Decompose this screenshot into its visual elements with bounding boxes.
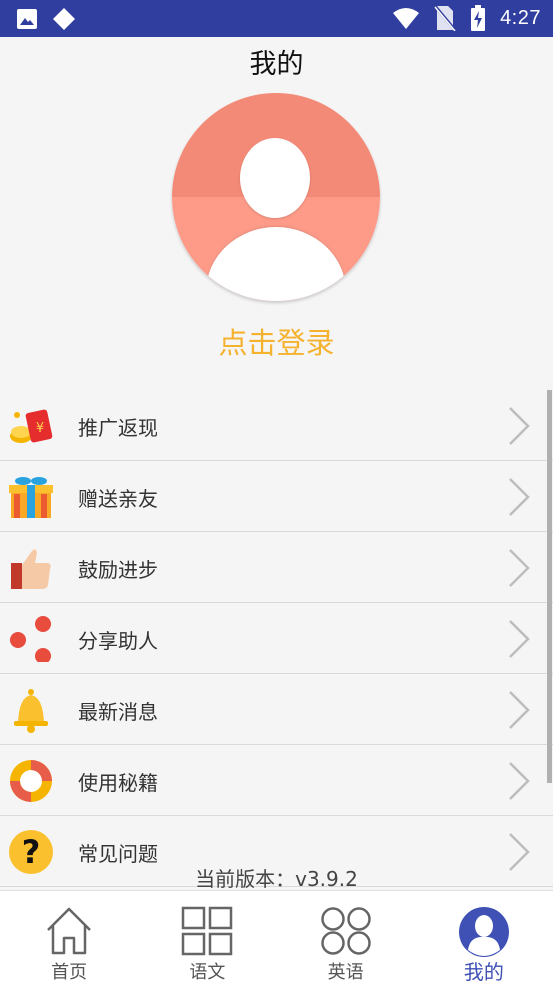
tab-label: 我的: [463, 960, 504, 983]
chevron-right-icon: [509, 478, 530, 516]
avatar[interactable]: [172, 93, 380, 301]
image-icon: [17, 9, 37, 29]
menu-item-share[interactable]: 分享助人: [0, 603, 553, 674]
chevron-right-icon: [509, 762, 530, 800]
home-icon: [47, 907, 92, 955]
tab-label: 首页: [51, 962, 88, 983]
battery-charging-icon: [471, 5, 486, 31]
menu-list: ¥ 推广返现 赠送亲友 鼓励进步 分享助人 最新消息 使用秘籍 ? 常见问题: [0, 390, 553, 887]
menu-item-encourage[interactable]: 鼓励进步: [0, 532, 553, 603]
chevron-right-icon: [509, 620, 530, 658]
menu-item-label: 推广返现: [78, 416, 158, 440]
menu-item-label: 赠送亲友: [78, 487, 158, 511]
login-link[interactable]: 点击登录: [0, 320, 553, 362]
menu-item-label: 最新消息: [78, 700, 158, 724]
menu-item-news[interactable]: 最新消息: [0, 674, 553, 745]
gift-icon: [9, 477, 53, 518]
tab-mine[interactable]: 我的: [415, 891, 553, 983]
wifi-icon: [393, 8, 420, 29]
menu-item-promotion[interactable]: ¥ 推广返现: [0, 390, 553, 461]
no-sim-icon: [434, 5, 457, 31]
tab-home[interactable]: 首页: [0, 891, 138, 983]
circles-icon: [320, 907, 371, 955]
version-text: 当前版本：v3.9.2: [195, 867, 358, 891]
profile-page: 我的 点击登录 ¥ 推广返现 赠送亲友 鼓励进步 分享助人 最新消息 使用秘籍 …: [0, 37, 553, 891]
menu-item-tips[interactable]: 使用秘籍: [0, 745, 553, 816]
bottom-tab-bar: 首页 语文 英语 我的: [0, 890, 553, 983]
bell-icon: [14, 689, 48, 733]
menu-item-label: 分享助人: [78, 629, 158, 653]
thumbs-up-icon: [11, 549, 51, 589]
tab-chinese[interactable]: 语文: [138, 891, 276, 983]
diamond-icon: [53, 8, 75, 30]
svg-text:¥: ¥: [36, 421, 44, 436]
menu-item-label: 使用秘籍: [78, 771, 158, 795]
user-icon: [458, 907, 509, 957]
chevron-right-icon: [509, 549, 530, 587]
chevron-right-icon: [509, 691, 530, 729]
share-icon: [10, 616, 51, 662]
status-bar: 4:27: [0, 0, 553, 37]
avatar-head-icon: [240, 138, 310, 218]
tab-english[interactable]: 英语: [277, 891, 415, 983]
red-envelope-icon: ¥: [10, 409, 53, 443]
menu-item-gift[interactable]: 赠送亲友: [0, 461, 553, 532]
page-title: 我的: [249, 49, 304, 80]
chevron-right-icon: [509, 407, 530, 445]
tab-label: 语文: [189, 962, 226, 983]
scrollbar[interactable]: [547, 390, 552, 783]
menu-item-label: 鼓励进步: [78, 558, 158, 582]
clock: 4:27: [500, 6, 541, 29]
grid-icon: [182, 906, 233, 956]
tab-label: 英语: [327, 962, 364, 983]
lifebuoy-icon: [10, 760, 52, 802]
